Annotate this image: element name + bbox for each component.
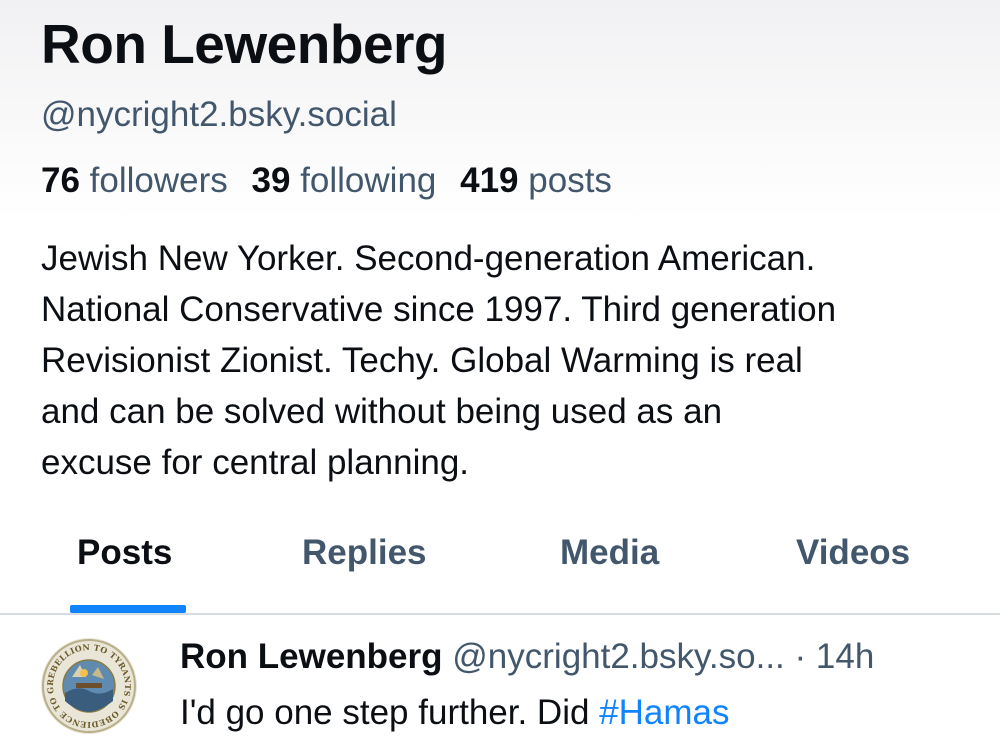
tab-media[interactable]: Media bbox=[560, 533, 659, 573]
following-link[interactable]: 39 following bbox=[252, 161, 437, 200]
posts-label: posts bbox=[528, 161, 612, 200]
seal-avatar-icon: REBELLION TO TYRANTS IS OBEDIENCE TO GOD bbox=[40, 637, 137, 734]
tab-videos[interactable]: Videos bbox=[796, 533, 910, 573]
bio-line: Revisionist Zionist. Techy. Global Warmi… bbox=[41, 341, 803, 380]
tab-posts[interactable]: Posts bbox=[77, 533, 172, 573]
followers-count: 76 bbox=[41, 161, 80, 200]
avatar[interactable]: REBELLION TO TYRANTS IS OBEDIENCE TO GOD bbox=[40, 637, 138, 735]
post-timestamp[interactable]: 14h bbox=[816, 637, 874, 676]
post-header: Ron Lewenberg @nycright2.bsky.so... · 14… bbox=[180, 637, 874, 677]
bio-line: National Conservative since 1997. Third … bbox=[41, 290, 837, 329]
following-count: 39 bbox=[251, 161, 291, 200]
posts-stat: 419 posts bbox=[460, 161, 612, 200]
profile-display-name: Ron Lewenberg bbox=[41, 13, 448, 75]
profile-tabs: Posts Replies Media Videos bbox=[0, 525, 1000, 615]
post-time-separator: · bbox=[794, 637, 807, 676]
post-author-name[interactable]: Ron Lewenberg bbox=[180, 637, 443, 676]
feed-post[interactable]: REBELLION TO TYRANTS IS OBEDIENCE TO GOD… bbox=[0, 617, 1000, 746]
followers-link[interactable]: 76 followers bbox=[41, 161, 228, 200]
post-author-handle[interactable]: @nycright2.bsky.so... bbox=[452, 637, 785, 676]
bio-line: and can be solved without being used as … bbox=[41, 392, 723, 431]
bio-line: Jewish New Yorker. Second-generation Ame… bbox=[41, 239, 816, 278]
tab-replies[interactable]: Replies bbox=[302, 533, 427, 573]
profile-bio: Jewish New Yorker. Second-generation Ame… bbox=[41, 233, 981, 488]
profile-stats: 76 followers 39 following 419 posts bbox=[41, 161, 612, 201]
post-text: I'd go one step further. Did #Hamas bbox=[180, 693, 730, 733]
following-label: following bbox=[300, 161, 437, 200]
posts-count: 419 bbox=[460, 161, 519, 200]
hashtag-link[interactable]: #Hamas bbox=[599, 693, 729, 732]
active-tab-indicator bbox=[70, 605, 186, 613]
followers-label: followers bbox=[89, 161, 228, 200]
profile-handle: @nycright2.bsky.social bbox=[41, 95, 397, 134]
post-text-body: I'd go one step further. Did bbox=[180, 693, 600, 732]
bio-line: excuse for central planning. bbox=[41, 443, 470, 482]
